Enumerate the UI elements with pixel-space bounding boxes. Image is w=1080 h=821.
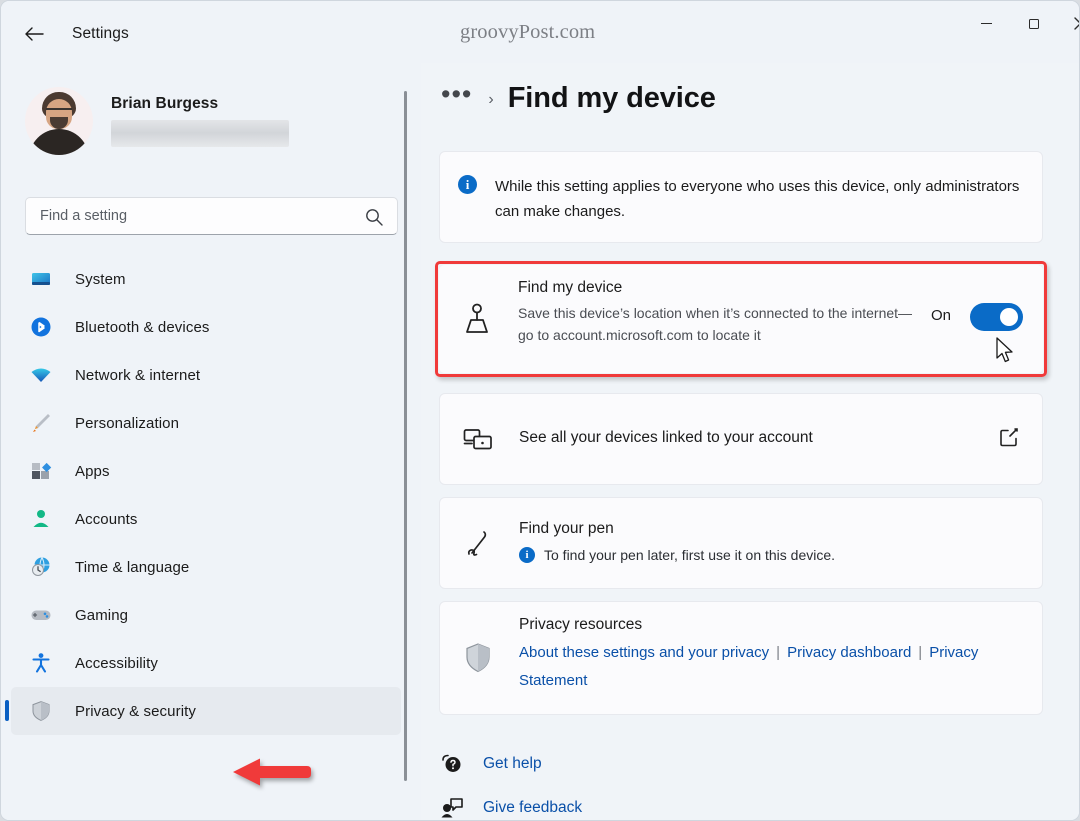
find-my-device-description: Save this device’s location when it’s co… (518, 305, 913, 343)
get-help-label: Get help (483, 755, 542, 772)
sidebar-scrollbar[interactable] (404, 91, 407, 781)
profile-name: Brian Burgess (111, 95, 219, 112)
breadcrumb-overflow-button[interactable]: ••• (441, 81, 472, 108)
monitor-icon (29, 267, 53, 291)
get-help-link[interactable]: Get help (439, 751, 542, 777)
sidebar-item-label: System (75, 270, 126, 288)
maximize-button[interactable] (1010, 1, 1057, 46)
sidebar-item-bluetooth-devices[interactable]: Bluetooth & devices (11, 303, 401, 351)
profile-text: Brian Burgess (111, 95, 289, 147)
sidebar-item-system[interactable]: System (11, 255, 401, 303)
linked-devices-card[interactable]: See all your devices linked to your acco… (439, 393, 1043, 485)
sidebar-item-accessibility[interactable]: Accessibility (11, 639, 401, 687)
find-my-device-card[interactable]: Find my device Save this device’s locati… (439, 265, 1043, 373)
gamepad-icon (29, 603, 53, 627)
privacy-link-dashboard[interactable]: Privacy dashboard (787, 644, 911, 661)
apps-icon (29, 459, 53, 483)
content-pane: ••• › Find my device i While this settin… (421, 63, 1079, 820)
sidebar-item-network-internet[interactable]: Network & internet (11, 351, 401, 399)
sidebar-item-personalization[interactable]: Personalization (11, 399, 401, 447)
sidebar-item-label: Apps (75, 462, 110, 480)
link-separator: | (918, 644, 923, 661)
minimize-glyph (981, 22, 992, 25)
sidebar-item-label: Personalization (75, 414, 180, 432)
watermark: groovyPost.com (460, 21, 596, 43)
mouse-cursor (996, 337, 1013, 363)
title-bar: Settings groovyPost.com (1, 1, 1079, 63)
shield-icon (29, 699, 53, 723)
window-title: Settings (72, 25, 129, 42)
sidebar-item-label: Accessibility (75, 654, 158, 672)
sidebar-item-apps[interactable]: Apps (11, 447, 401, 495)
privacy-resources-title: Privacy resources (519, 616, 643, 633)
sidebar-item-label: Accounts (75, 510, 138, 528)
minimize-button[interactable] (963, 1, 1010, 46)
find-your-pen-title: Find your pen (519, 520, 614, 537)
give-feedback-link[interactable]: Give feedback (439, 795, 583, 820)
maximize-glyph (1028, 18, 1039, 29)
person-icon (29, 507, 53, 531)
back-arrow-icon (25, 27, 44, 41)
linked-devices-label: See all your devices linked to your acco… (519, 429, 813, 446)
avatar (25, 87, 93, 155)
close-button[interactable] (1057, 1, 1079, 46)
close-icon (1074, 17, 1079, 30)
paintbrush-icon (29, 411, 53, 435)
globe-clock-icon (29, 555, 53, 579)
sidebar-nav: System Bluetooth & devices Network & int… (5, 255, 401, 735)
back-button[interactable] (15, 19, 53, 49)
devices-icon (460, 422, 496, 458)
chevron-right-icon: › (488, 91, 494, 108)
search-box[interactable] (25, 197, 398, 235)
settings-window: Settings groovyPost.com Brian Burgess Fi… (0, 0, 1080, 821)
toggle-knob (1000, 308, 1018, 326)
sidebar-item-label: Network & internet (75, 366, 201, 384)
find-device-icon (459, 301, 495, 337)
sidebar-item-label: Privacy & security (75, 702, 196, 720)
search-input[interactable] (40, 208, 340, 224)
privacy-resources-card: Privacy resources About these settings a… (439, 601, 1043, 715)
sidebar: Brian Burgess Find a setting System Blue… (1, 63, 421, 820)
help-icon (439, 751, 465, 777)
shield-icon (460, 640, 496, 676)
admin-info-banner: i While this setting applies to everyone… (439, 151, 1043, 243)
find-my-device-title: Find my device (518, 279, 623, 296)
sidebar-item-label: Time & language (75, 558, 190, 576)
find-your-pen-subrow: i To find your pen later, first use it o… (519, 546, 835, 563)
find-your-pen-card[interactable]: Find your pen i To find your pen later, … (439, 497, 1043, 589)
sidebar-item-privacy-security[interactable]: Privacy & security (5, 687, 401, 735)
pen-icon (460, 526, 496, 562)
sidebar-item-accounts[interactable]: Accounts (11, 495, 401, 543)
page-title: Find my device (507, 82, 716, 114)
info-icon: i (458, 175, 477, 194)
bluetooth-icon (29, 315, 53, 339)
sidebar-item-label: Gaming (75, 606, 129, 624)
wifi-icon (29, 363, 53, 387)
search-icon[interactable] (364, 207, 384, 227)
privacy-resources-links: About these settings and your privacy | Pr… (519, 639, 1019, 695)
sidebar-item-label: Bluetooth & devices (75, 318, 210, 336)
user-profile[interactable]: Brian Burgess (25, 81, 395, 161)
annotation-arrow (233, 758, 311, 786)
info-icon: i (519, 547, 535, 563)
admin-info-text: While this setting applies to everyone w… (495, 178, 1020, 220)
sidebar-item-time-language[interactable]: Time & language (11, 543, 401, 591)
find-your-pen-subtext: To find your pen later, first use it on … (544, 546, 836, 563)
breadcrumb: ••• › Find my device (441, 81, 716, 115)
sidebar-item-gaming[interactable]: Gaming (11, 591, 401, 639)
toggle-state-label: On (930, 307, 951, 324)
accessibility-icon (29, 651, 53, 675)
link-separator: | (776, 644, 781, 661)
give-feedback-label: Give feedback (483, 799, 583, 816)
profile-email-redacted (111, 120, 289, 147)
feedback-icon (439, 795, 465, 820)
privacy-link-about[interactable]: About these settings and your privacy (519, 644, 769, 661)
external-link-icon[interactable] (998, 426, 1022, 450)
find-my-device-toggle[interactable] (970, 303, 1023, 331)
